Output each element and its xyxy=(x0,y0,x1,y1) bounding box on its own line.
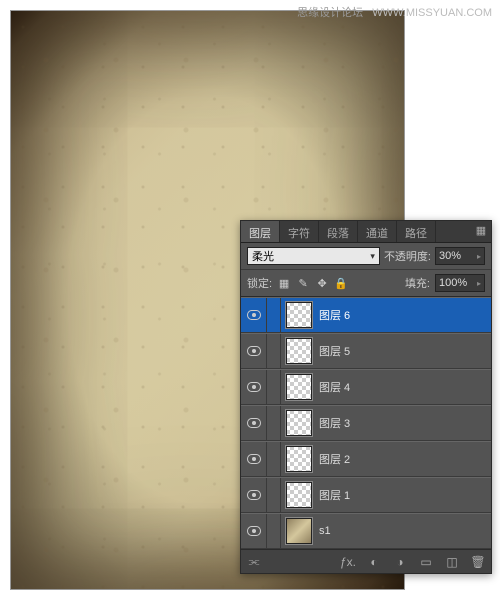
link-layers-icon[interactable]: ⫘ xyxy=(245,553,263,571)
lock-row: 锁定: ▦ ✎ ✥ 🔒 填充: 100% ▸ xyxy=(241,270,491,297)
visibility-toggle[interactable] xyxy=(241,298,267,332)
lock-paint-icon[interactable]: ✎ xyxy=(296,276,310,290)
eye-icon xyxy=(247,418,261,428)
layer-row[interactable]: 图层 1 xyxy=(241,477,491,513)
layer-row[interactable]: 图层 5 xyxy=(241,333,491,369)
layer-row[interactable]: s1 xyxy=(241,513,491,549)
adjustment-icon[interactable]: ◑ xyxy=(391,553,409,571)
layer-thumbnail[interactable] xyxy=(285,517,313,545)
layer-row[interactable]: 图层 3 xyxy=(241,405,491,441)
layers-panel: 图层 字符 段落 通道 路径 ▦ 柔光 ▾ 不透明度: 30% ▸ 锁定: ▦ … xyxy=(240,220,492,574)
layer-name: s1 xyxy=(319,525,331,537)
blend-mode-value: 柔光 xyxy=(252,248,274,264)
fill-value: 100% xyxy=(439,277,467,289)
eye-icon xyxy=(247,526,261,536)
tab-character[interactable]: 字符 xyxy=(280,221,319,242)
trash-icon[interactable]: 🗑 xyxy=(469,553,487,571)
opacity-value: 30% xyxy=(439,250,461,262)
opacity-input[interactable]: 30% ▸ xyxy=(435,247,485,265)
layer-name: 图层 3 xyxy=(319,415,350,431)
layer-row[interactable]: 图层 6 xyxy=(241,297,491,333)
fx-icon[interactable]: ƒx. xyxy=(339,553,357,571)
layer-thumbnail[interactable] xyxy=(285,409,313,437)
tab-layers[interactable]: 图层 xyxy=(241,221,280,242)
layer-thumbnail[interactable] xyxy=(285,445,313,473)
tab-channels[interactable]: 通道 xyxy=(358,221,397,242)
layer-row[interactable]: 图层 2 xyxy=(241,441,491,477)
watermark: 思缘设计论坛 WWW.MISSYUAN.COM xyxy=(297,4,492,20)
eye-icon xyxy=(247,490,261,500)
lock-all-icon[interactable]: 🔒 xyxy=(334,276,348,290)
chevron-right-icon: ▸ xyxy=(477,252,481,261)
fill-label: 填充: xyxy=(405,275,430,291)
visibility-toggle[interactable] xyxy=(241,370,267,404)
link-cell[interactable] xyxy=(267,298,281,332)
visibility-toggle[interactable] xyxy=(241,406,267,440)
layer-thumbnail[interactable] xyxy=(285,373,313,401)
watermark-url: WWW.MISSYUAN.COM xyxy=(372,7,492,19)
fill-input[interactable]: 100% ▸ xyxy=(435,274,485,292)
tab-paragraph[interactable]: 段落 xyxy=(319,221,358,242)
link-cell[interactable] xyxy=(267,334,281,368)
chevron-down-icon: ▾ xyxy=(370,251,375,262)
visibility-toggle[interactable] xyxy=(241,334,267,368)
panel-bottom-bar: ⫘ ƒx. ◐ ◑ ▭ ◫ 🗑 xyxy=(241,549,491,573)
eye-icon xyxy=(247,454,261,464)
lock-transparent-icon[interactable]: ▦ xyxy=(277,276,291,290)
visibility-toggle[interactable] xyxy=(241,514,267,548)
layer-name: 图层 6 xyxy=(319,307,350,323)
blend-row: 柔光 ▾ 不透明度: 30% ▸ xyxy=(241,243,491,270)
layer-name: 图层 2 xyxy=(319,451,350,467)
layer-name: 图层 5 xyxy=(319,343,350,359)
opacity-label: 不透明度: xyxy=(384,248,431,264)
new-layer-icon[interactable]: ◫ xyxy=(443,553,461,571)
layer-thumbnail[interactable] xyxy=(285,301,313,329)
layer-name: 图层 1 xyxy=(319,487,350,503)
layer-row[interactable]: 图层 4 xyxy=(241,369,491,405)
visibility-toggle[interactable] xyxy=(241,478,267,512)
watermark-site: 思缘设计论坛 xyxy=(297,7,363,19)
link-cell[interactable] xyxy=(267,514,281,548)
tab-paths[interactable]: 路径 xyxy=(397,221,436,242)
lock-move-icon[interactable]: ✥ xyxy=(315,276,329,290)
layer-thumbnail[interactable] xyxy=(285,481,313,509)
blend-mode-select[interactable]: 柔光 ▾ xyxy=(247,247,380,265)
link-cell[interactable] xyxy=(267,370,281,404)
link-cell[interactable] xyxy=(267,478,281,512)
lock-label: 锁定: xyxy=(247,275,272,291)
panel-menu-icon[interactable]: ▦ xyxy=(471,221,491,242)
eye-icon xyxy=(247,346,261,356)
mask-icon[interactable]: ◐ xyxy=(365,553,383,571)
layer-thumbnail[interactable] xyxy=(285,337,313,365)
group-icon[interactable]: ▭ xyxy=(417,553,435,571)
eye-icon xyxy=(247,310,261,320)
visibility-toggle[interactable] xyxy=(241,442,267,476)
chevron-right-icon: ▸ xyxy=(477,279,481,288)
panel-tabs: 图层 字符 段落 通道 路径 ▦ xyxy=(241,221,491,243)
link-cell[interactable] xyxy=(267,406,281,440)
layer-name: 图层 4 xyxy=(319,379,350,395)
link-cell[interactable] xyxy=(267,442,281,476)
layer-list: 图层 6 图层 5 图层 4 图层 3 图层 2 xyxy=(241,297,491,549)
eye-icon xyxy=(247,382,261,392)
